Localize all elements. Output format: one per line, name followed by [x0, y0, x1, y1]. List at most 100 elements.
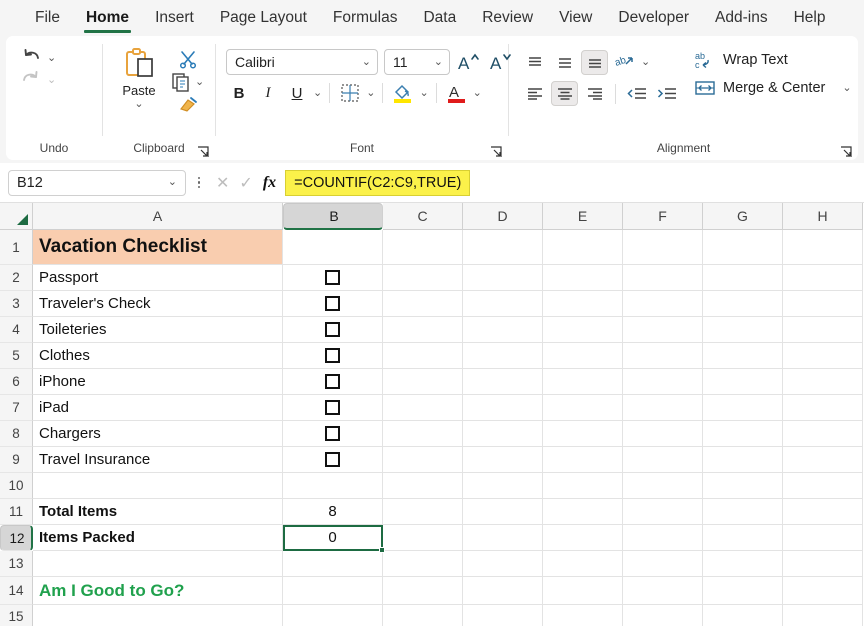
cell-C5[interactable] [383, 343, 463, 369]
ribbon-tab-data[interactable]: Data [410, 9, 469, 36]
font-dialog-launcher[interactable] [490, 145, 502, 157]
borders-icon[interactable] [337, 80, 363, 106]
align-bottom-icon[interactable] [581, 50, 608, 75]
cell-A8[interactable]: Chargers [33, 421, 283, 447]
column-header-A[interactable]: A [33, 203, 283, 230]
cell-G14[interactable] [703, 577, 783, 605]
row-header-12[interactable]: 12 [0, 525, 33, 551]
cell-B10[interactable] [283, 473, 383, 499]
row-header-10[interactable]: 10 [0, 473, 33, 499]
text-orientation-icon[interactable]: ab [611, 50, 638, 75]
cell-A15[interactable] [33, 605, 283, 626]
cell-H3[interactable] [783, 291, 863, 317]
bold-button[interactable]: B [226, 80, 252, 106]
cell-H8[interactable] [783, 421, 863, 447]
fill-color-icon[interactable] [390, 80, 416, 106]
cell-C10[interactable] [383, 473, 463, 499]
cell-F2[interactable] [623, 265, 703, 291]
name-box[interactable]: B12 ⌄ [8, 170, 186, 196]
cell-A4[interactable]: Toileteries [33, 317, 283, 343]
row-header-8[interactable]: 8 [0, 421, 33, 447]
paintbrush-icon[interactable] [178, 95, 198, 113]
cell-C14[interactable] [383, 577, 463, 605]
cell-D6[interactable] [463, 369, 543, 395]
clipboard-dialog-launcher[interactable] [197, 145, 209, 157]
cell-H7[interactable] [783, 395, 863, 421]
checkbox-B6[interactable] [325, 374, 340, 389]
align-right-icon[interactable] [581, 81, 608, 106]
cell-E3[interactable] [543, 291, 623, 317]
cell-F6[interactable] [623, 369, 703, 395]
cell-A7[interactable]: iPad [33, 395, 283, 421]
row-header-3[interactable]: 3 [0, 291, 33, 317]
cell-B13[interactable] [283, 551, 383, 577]
checkbox-B4[interactable] [325, 322, 340, 337]
font-color-dropdown-chevron-icon[interactable]: ⌄ [473, 88, 482, 99]
checkbox-B8[interactable] [325, 426, 340, 441]
cell-D15[interactable] [463, 605, 543, 626]
cell-G15[interactable] [703, 605, 783, 626]
cell-C1[interactable] [383, 230, 463, 265]
cell-B8[interactable] [283, 421, 383, 447]
cell-D1[interactable] [463, 230, 543, 265]
cell-E9[interactable] [543, 447, 623, 473]
font-color-icon[interactable]: A [444, 80, 470, 106]
ribbon-tab-help[interactable]: Help [781, 9, 839, 36]
column-header-F[interactable]: F [623, 203, 703, 230]
cell-G8[interactable] [703, 421, 783, 447]
row-header-6[interactable]: 6 [0, 369, 33, 395]
cell-E13[interactable] [543, 551, 623, 577]
checkbox-B9[interactable] [325, 452, 340, 467]
select-all-corner[interactable] [0, 203, 33, 230]
cell-E6[interactable] [543, 369, 623, 395]
column-header-H[interactable]: H [783, 203, 863, 230]
cell-C12[interactable] [383, 525, 463, 551]
cell-F5[interactable] [623, 343, 703, 369]
cell-B15[interactable] [283, 605, 383, 626]
cell-G2[interactable] [703, 265, 783, 291]
row-header-1[interactable]: 1 [0, 230, 33, 265]
cell-A13[interactable] [33, 551, 283, 577]
undo-arrow-icon[interactable] [20, 48, 42, 68]
undo-dropdown-chevron-icon[interactable]: ⌄ [47, 53, 56, 64]
cell-F14[interactable] [623, 577, 703, 605]
cell-B6[interactable] [283, 369, 383, 395]
cell-C4[interactable] [383, 317, 463, 343]
cell-E8[interactable] [543, 421, 623, 447]
cell-D7[interactable] [463, 395, 543, 421]
align-center-icon[interactable] [551, 81, 578, 106]
cell-D10[interactable] [463, 473, 543, 499]
cell-B4[interactable] [283, 317, 383, 343]
ribbon-tab-file[interactable]: File [22, 9, 73, 36]
column-header-E[interactable]: E [543, 203, 623, 230]
cell-G1[interactable] [703, 230, 783, 265]
paste-dropdown-chevron-icon[interactable]: ⌄ [134, 99, 143, 110]
column-header-G[interactable]: G [703, 203, 783, 230]
orientation-dropdown-chevron-icon[interactable]: ⌄ [641, 57, 650, 68]
cell-D4[interactable] [463, 317, 543, 343]
cell-H5[interactable] [783, 343, 863, 369]
row-header-14[interactable]: 14 [0, 577, 33, 605]
cell-E10[interactable] [543, 473, 623, 499]
ribbon-tab-insert[interactable]: Insert [142, 9, 207, 36]
italic-button[interactable]: I [255, 80, 281, 106]
decrease-indent-icon[interactable] [623, 81, 650, 106]
cell-F12[interactable] [623, 525, 703, 551]
cell-G13[interactable] [703, 551, 783, 577]
cell-F11[interactable] [623, 499, 703, 525]
merge-center-button[interactable]: Merge & Center ⌄ [694, 79, 852, 97]
cell-B1[interactable] [283, 230, 383, 265]
cell-H12[interactable] [783, 525, 863, 551]
formula-bar-more-options-icon[interactable] [190, 177, 208, 189]
cell-G11[interactable] [703, 499, 783, 525]
cell-E12[interactable] [543, 525, 623, 551]
cell-A14[interactable]: Am I Good to Go? [33, 577, 283, 605]
cell-B5[interactable] [283, 343, 383, 369]
wrap-text-button[interactable]: abc Wrap Text [694, 50, 852, 70]
cell-E1[interactable] [543, 230, 623, 265]
cell-C6[interactable] [383, 369, 463, 395]
name-box-chevron-down-icon[interactable]: ⌄ [168, 177, 177, 188]
align-middle-icon[interactable] [551, 50, 578, 75]
cell-H6[interactable] [783, 369, 863, 395]
cell-F10[interactable] [623, 473, 703, 499]
